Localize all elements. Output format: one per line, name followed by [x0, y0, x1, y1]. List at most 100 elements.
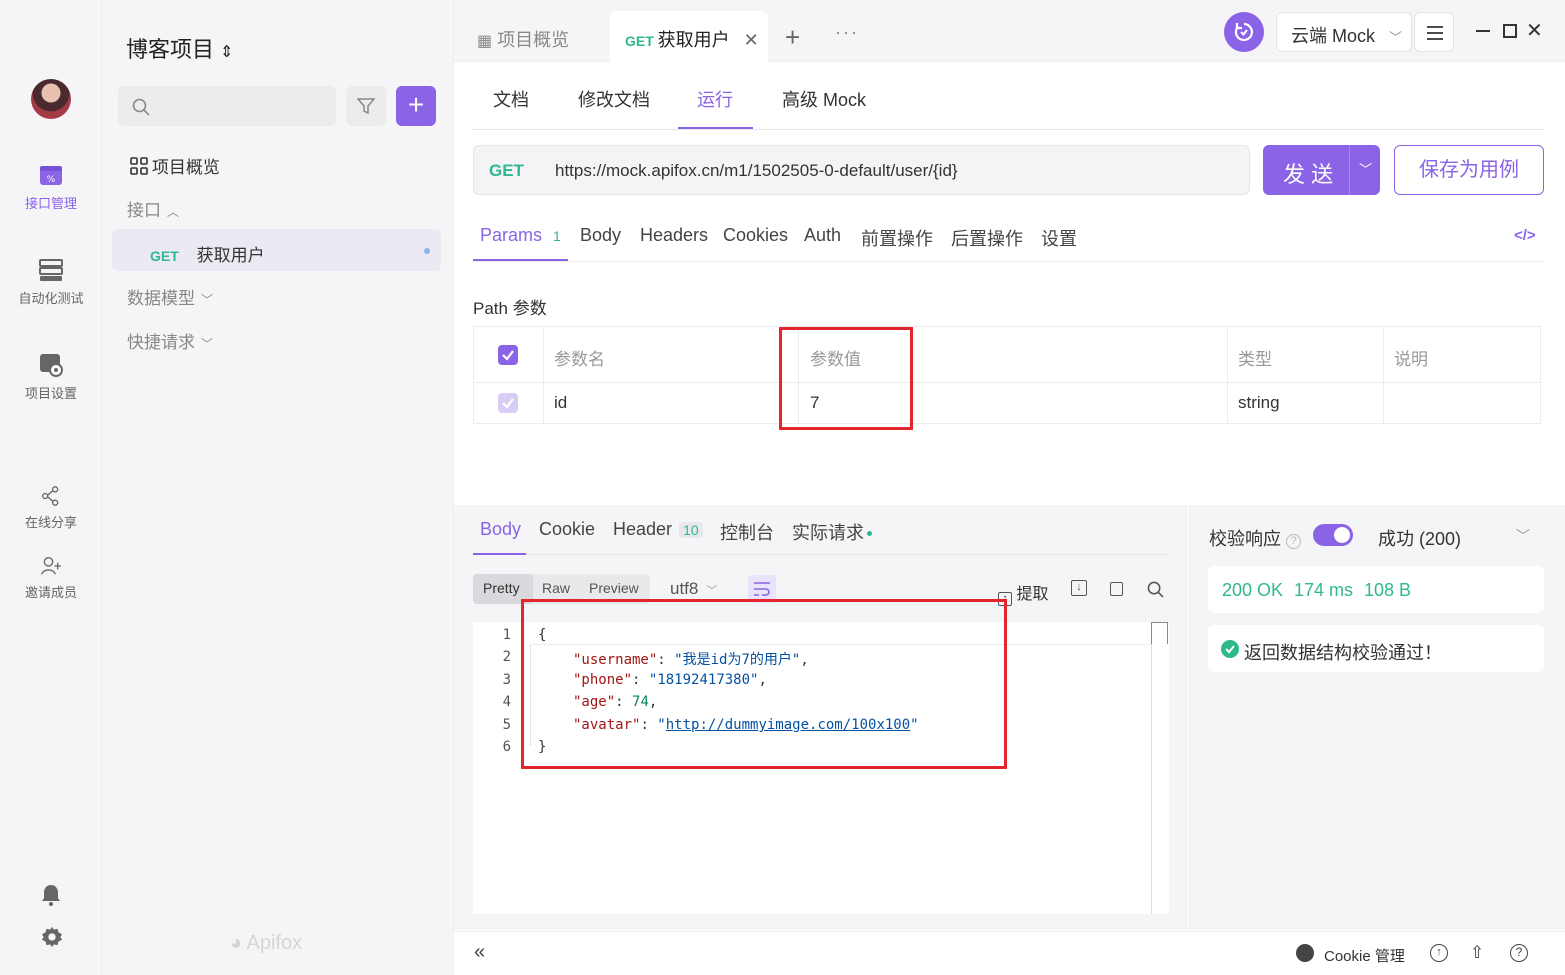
help-icon[interactable]: ?	[1510, 944, 1528, 962]
sidebar-group-quick-request[interactable]: 快捷请求 ﹀	[127, 328, 213, 353]
format-raw[interactable]: Raw	[542, 580, 570, 596]
column-header: 类型	[1238, 350, 1272, 369]
apifox-logo-icon: ◕	[230, 932, 243, 954]
code-icon[interactable]: </>	[1514, 227, 1536, 244]
gear-icon[interactable]	[41, 926, 63, 948]
sidebar-group-data-model[interactable]: 数据模型 ﹀	[127, 284, 213, 309]
rail-item-label: 项目设置	[24, 386, 77, 401]
tab-edit-doc[interactable]: 修改文档	[578, 86, 650, 112]
line-number: 3	[502, 672, 511, 688]
method-badge: GET	[150, 248, 179, 264]
close-icon[interactable]: ✕	[744, 30, 759, 50]
method-select[interactable]: GET	[489, 161, 524, 181]
sidebar-item-overview[interactable]: 项目概览	[130, 153, 220, 178]
line-number: 5	[502, 717, 511, 733]
environment-select[interactable]: 云端 Mock ﹀	[1276, 12, 1412, 52]
minimize-icon[interactable]	[1476, 30, 1490, 32]
tab-body[interactable]: Body	[580, 225, 621, 246]
param-type-cell[interactable]: string	[1238, 393, 1280, 413]
tab-headers[interactable]: Headers	[640, 225, 708, 246]
format-preview[interactable]: Preview	[589, 580, 639, 596]
tab-console[interactable]: 控制台	[720, 519, 774, 545]
rail-item-invite-members[interactable]: 邀请成员	[0, 556, 102, 601]
encoding-select[interactable]: utf8 ﹀	[670, 579, 717, 599]
filter-button[interactable]	[346, 86, 386, 126]
status-dot	[867, 531, 872, 536]
rail-item-api-management[interactable]: % 接口管理	[0, 163, 102, 212]
check-icon	[502, 398, 514, 409]
response-size: 108 B	[1364, 580, 1412, 600]
row-checkbox[interactable]	[498, 393, 518, 413]
rail-item-automation-test[interactable]: 自动化测试	[0, 258, 102, 307]
maximize-icon[interactable]	[1503, 24, 1517, 38]
avatar[interactable]	[31, 79, 71, 119]
plus-icon: +	[785, 22, 801, 52]
tab-cookies[interactable]: Cookies	[723, 225, 788, 246]
bell-icon[interactable]	[41, 884, 61, 906]
header-count-badge: 10	[679, 522, 703, 538]
chevron-down-icon: ﹀	[201, 337, 214, 351]
path-params-table	[473, 326, 1541, 424]
help-icon[interactable]: ?	[1286, 534, 1302, 549]
send-button[interactable]: 发 送 ﹀	[1263, 145, 1380, 195]
tab-post-request[interactable]: 后置操作	[951, 225, 1023, 251]
chevron-down-icon[interactable]: ﹀	[1516, 526, 1530, 546]
sidebar	[102, 0, 454, 975]
rail-item-project-settings[interactable]: 项目设置	[0, 353, 102, 402]
add-user-icon	[41, 557, 61, 575]
api-management-icon: %	[40, 166, 62, 185]
copy-icon[interactable]	[1110, 582, 1123, 596]
chevron-updown-icon: ⇕	[220, 44, 234, 61]
close-window-icon[interactable]: ✕	[1526, 18, 1543, 43]
tab-doc[interactable]: 文档	[493, 86, 529, 112]
save-as-case-button[interactable]: 保存为用例	[1394, 145, 1544, 195]
new-tab-button[interactable]: +	[785, 22, 800, 53]
tab-response-header[interactable]: Header 10	[613, 519, 703, 540]
chevron-down-icon: ﹀	[1389, 30, 1403, 45]
sync-button[interactable]	[1224, 12, 1264, 52]
upload-icon[interactable]: ↑	[1430, 944, 1448, 962]
cookie-icon	[1296, 944, 1314, 962]
add-button[interactable]: +	[396, 86, 436, 126]
tab-response-cookie[interactable]: Cookie	[539, 519, 595, 540]
rail-item-label: 接口管理	[24, 196, 77, 211]
download-icon[interactable]: ↓	[1071, 580, 1087, 596]
chevron-down-icon[interactable]: ﹀	[1359, 159, 1372, 178]
sidebar-item-get-user-content: GET 获取用户	[150, 241, 265, 266]
tab-response-body[interactable]: Body	[480, 519, 521, 540]
rail-item-label: 自动化测试	[18, 291, 84, 306]
tab-overview[interactable]: ▦ 项目概览	[477, 26, 569, 52]
tab-auth[interactable]: Auth	[804, 225, 841, 246]
column-header: 参数名	[554, 350, 605, 369]
tab-params[interactable]: Params 1	[480, 225, 561, 246]
brand-logo: ◕ Apifox	[230, 932, 303, 954]
format-pretty[interactable]: Pretty	[483, 580, 520, 596]
search-icon[interactable]	[1147, 581, 1164, 598]
search-input[interactable]	[118, 86, 336, 126]
select-all-checkbox[interactable]	[498, 345, 518, 365]
automation-test-icon	[39, 259, 63, 281]
validate-result-select[interactable]: 成功 (200)	[1378, 525, 1461, 551]
more-icon: ···	[835, 22, 859, 42]
tab-run[interactable]: 运行	[697, 86, 733, 112]
collapse-sidebar-icon[interactable]: «	[474, 941, 485, 964]
menu-button[interactable]	[1414, 12, 1454, 52]
unsaved-dot	[424, 248, 430, 254]
tab-pre-request[interactable]: 前置操作	[861, 225, 933, 251]
cookie-manage-button[interactable]: Cookie 管理	[1324, 945, 1405, 966]
project-title[interactable]: 博客项目 ⇕	[126, 32, 233, 64]
editor-scrollbar[interactable]	[1151, 622, 1168, 914]
tab-settings[interactable]: 设置	[1041, 225, 1077, 251]
rail-item-label: 在线分享	[24, 515, 77, 530]
wrap-icon	[754, 582, 770, 596]
url-input[interactable]: https://mock.apifox.cn/m1/1502505-0-defa…	[555, 161, 958, 181]
validate-toggle[interactable]	[1313, 524, 1353, 546]
more-tabs-button[interactable]: ···	[835, 22, 859, 43]
tshirt-icon[interactable]: ⇧	[1470, 943, 1484, 963]
rail-item-online-share[interactable]: 在线分享	[0, 486, 102, 531]
param-name-cell[interactable]: id	[554, 393, 567, 413]
tab-actual-request[interactable]: 实际请求	[792, 519, 872, 545]
tab-advanced-mock[interactable]: 高级 Mock	[782, 86, 866, 112]
project-settings-icon	[40, 354, 63, 377]
sidebar-group-api[interactable]: 接口 ︿	[127, 196, 179, 221]
